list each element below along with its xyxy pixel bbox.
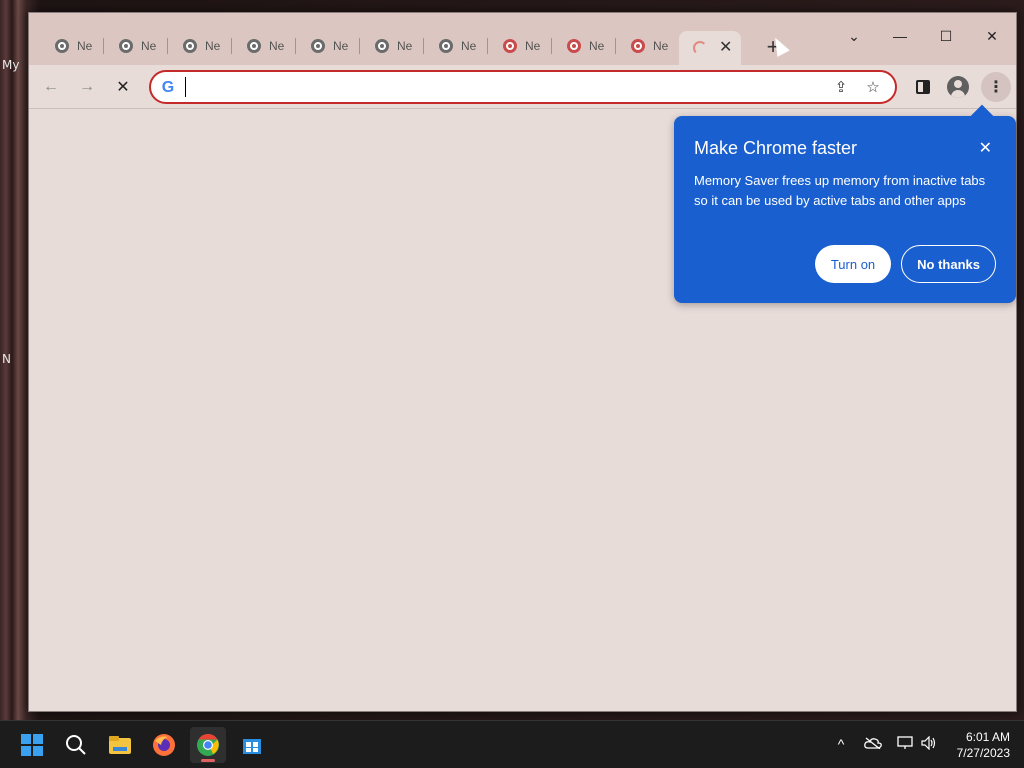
network-icon[interactable] [895,736,915,753]
loading-spinner-icon [693,41,707,55]
clock[interactable]: 6:01 AM 7/27/2023 [957,729,1010,761]
chrome-favicon-icon [439,39,453,53]
tab-label: Ne [77,39,93,53]
side-panel-icon[interactable] [916,80,930,94]
share-icon[interactable]: ⇪ [831,78,851,98]
chrome-favicon-icon [631,39,645,53]
chrome-favicon-icon [375,39,389,53]
folder-icon [109,736,131,754]
tab-label: Ne [589,39,605,53]
tab-label: Ne [461,39,477,53]
bubble-close-icon[interactable]: ✕ [979,138,992,158]
chrome-favicon-icon [183,39,197,53]
tab-label: Ne [269,39,285,53]
turn-on-button[interactable]: Turn on [814,245,892,283]
file-explorer-button[interactable] [102,727,138,763]
tab-6[interactable]: Ne [357,31,421,61]
tab-label: Ne [397,39,413,53]
chrome-favicon-icon [119,39,133,53]
minimize-button[interactable]: — [877,23,923,49]
tab-1[interactable]: Ne [37,31,101,61]
onedrive-cloud-icon[interactable] [863,736,883,752]
close-window-button[interactable]: ✕ [969,23,1015,49]
firefox-icon [153,734,175,756]
tab-3[interactable]: Ne [165,31,229,61]
toolbar: ← → ✕ G ⇪ ☆ ⋮ [29,65,1016,109]
omnibox[interactable]: G ⇪ ☆ [149,70,897,104]
tab-label: Ne [205,39,221,53]
clock-time: 6:01 AM [965,730,1010,744]
tab-close-icon[interactable]: ✕ [719,40,732,56]
chrome-favicon-icon [55,39,69,53]
back-button[interactable]: ← [37,73,65,101]
tab-8[interactable]: Ne [485,31,549,61]
chrome-taskbar-button[interactable] [190,727,226,763]
chrome-favicon-icon [503,39,517,53]
tab-label: Ne [525,39,541,53]
google-icon: G [161,79,175,96]
tab-label: Ne [333,39,349,53]
windows-start-icon [21,734,43,756]
tab-2[interactable]: Ne [101,31,165,61]
volume-icon[interactable] [919,735,939,753]
no-thanks-button[interactable]: No thanks [901,245,996,283]
chrome-menu-button[interactable]: ⋮ [981,72,1011,102]
bubble-title: Make Chrome faster [694,138,858,158]
desktop-label-mid: N [2,352,11,366]
start-button[interactable] [14,727,50,763]
clock-date: 7/27/2023 [956,746,1010,760]
address-input[interactable] [185,77,785,97]
tab-label: Ne [653,39,669,53]
tab-10[interactable]: Ne [613,31,677,61]
tab-9[interactable]: Ne [549,31,613,61]
active-app-indicator [201,759,215,762]
tab-strip: Ne Ne Ne Ne Ne Ne Ne Ne Ne Ne ✕ + ⌄ — ☐ … [29,13,1016,65]
tab-4[interactable]: Ne [229,31,293,61]
forward-button[interactable]: → [73,73,101,101]
store-app-icon [243,739,261,754]
search-icon [66,735,86,755]
desktop-label-top: My [2,58,20,72]
app-taskbar-button[interactable] [234,727,270,763]
chrome-window: Ne Ne Ne Ne Ne Ne Ne Ne Ne Ne ✕ + ⌄ — ☐ … [28,12,1017,712]
firefox-button[interactable] [146,727,182,763]
memory-saver-bubble: Make Chrome faster Memory Saver frees up… [674,116,1016,303]
chrome-favicon-icon [311,39,325,53]
tab-5[interactable]: Ne [293,31,357,61]
profile-avatar-icon[interactable] [947,76,969,98]
chrome-icon [197,734,219,756]
tab-label: Ne [141,39,157,53]
bubble-actions: Turn on No thanks [814,245,996,283]
stop-loading-button[interactable]: ✕ [109,73,137,101]
bubble-body: Memory Saver frees up memory from inacti… [694,173,986,208]
chrome-favicon-icon [247,39,261,53]
search-taskbar-button[interactable] [58,727,94,763]
tab-active-loading[interactable]: ✕ [679,31,741,65]
tab-search-button[interactable]: ⌄ [831,23,877,49]
tab-7[interactable]: Ne [421,31,485,61]
show-hidden-icons-chevron-icon[interactable]: ^ [831,736,851,752]
taskbar: ^ 6:01 AM 7/27/2023 [0,720,1024,768]
bookmark-star-icon[interactable]: ☆ [863,78,883,98]
chrome-favicon-icon [567,39,581,53]
maximize-button[interactable]: ☐ [923,23,969,49]
